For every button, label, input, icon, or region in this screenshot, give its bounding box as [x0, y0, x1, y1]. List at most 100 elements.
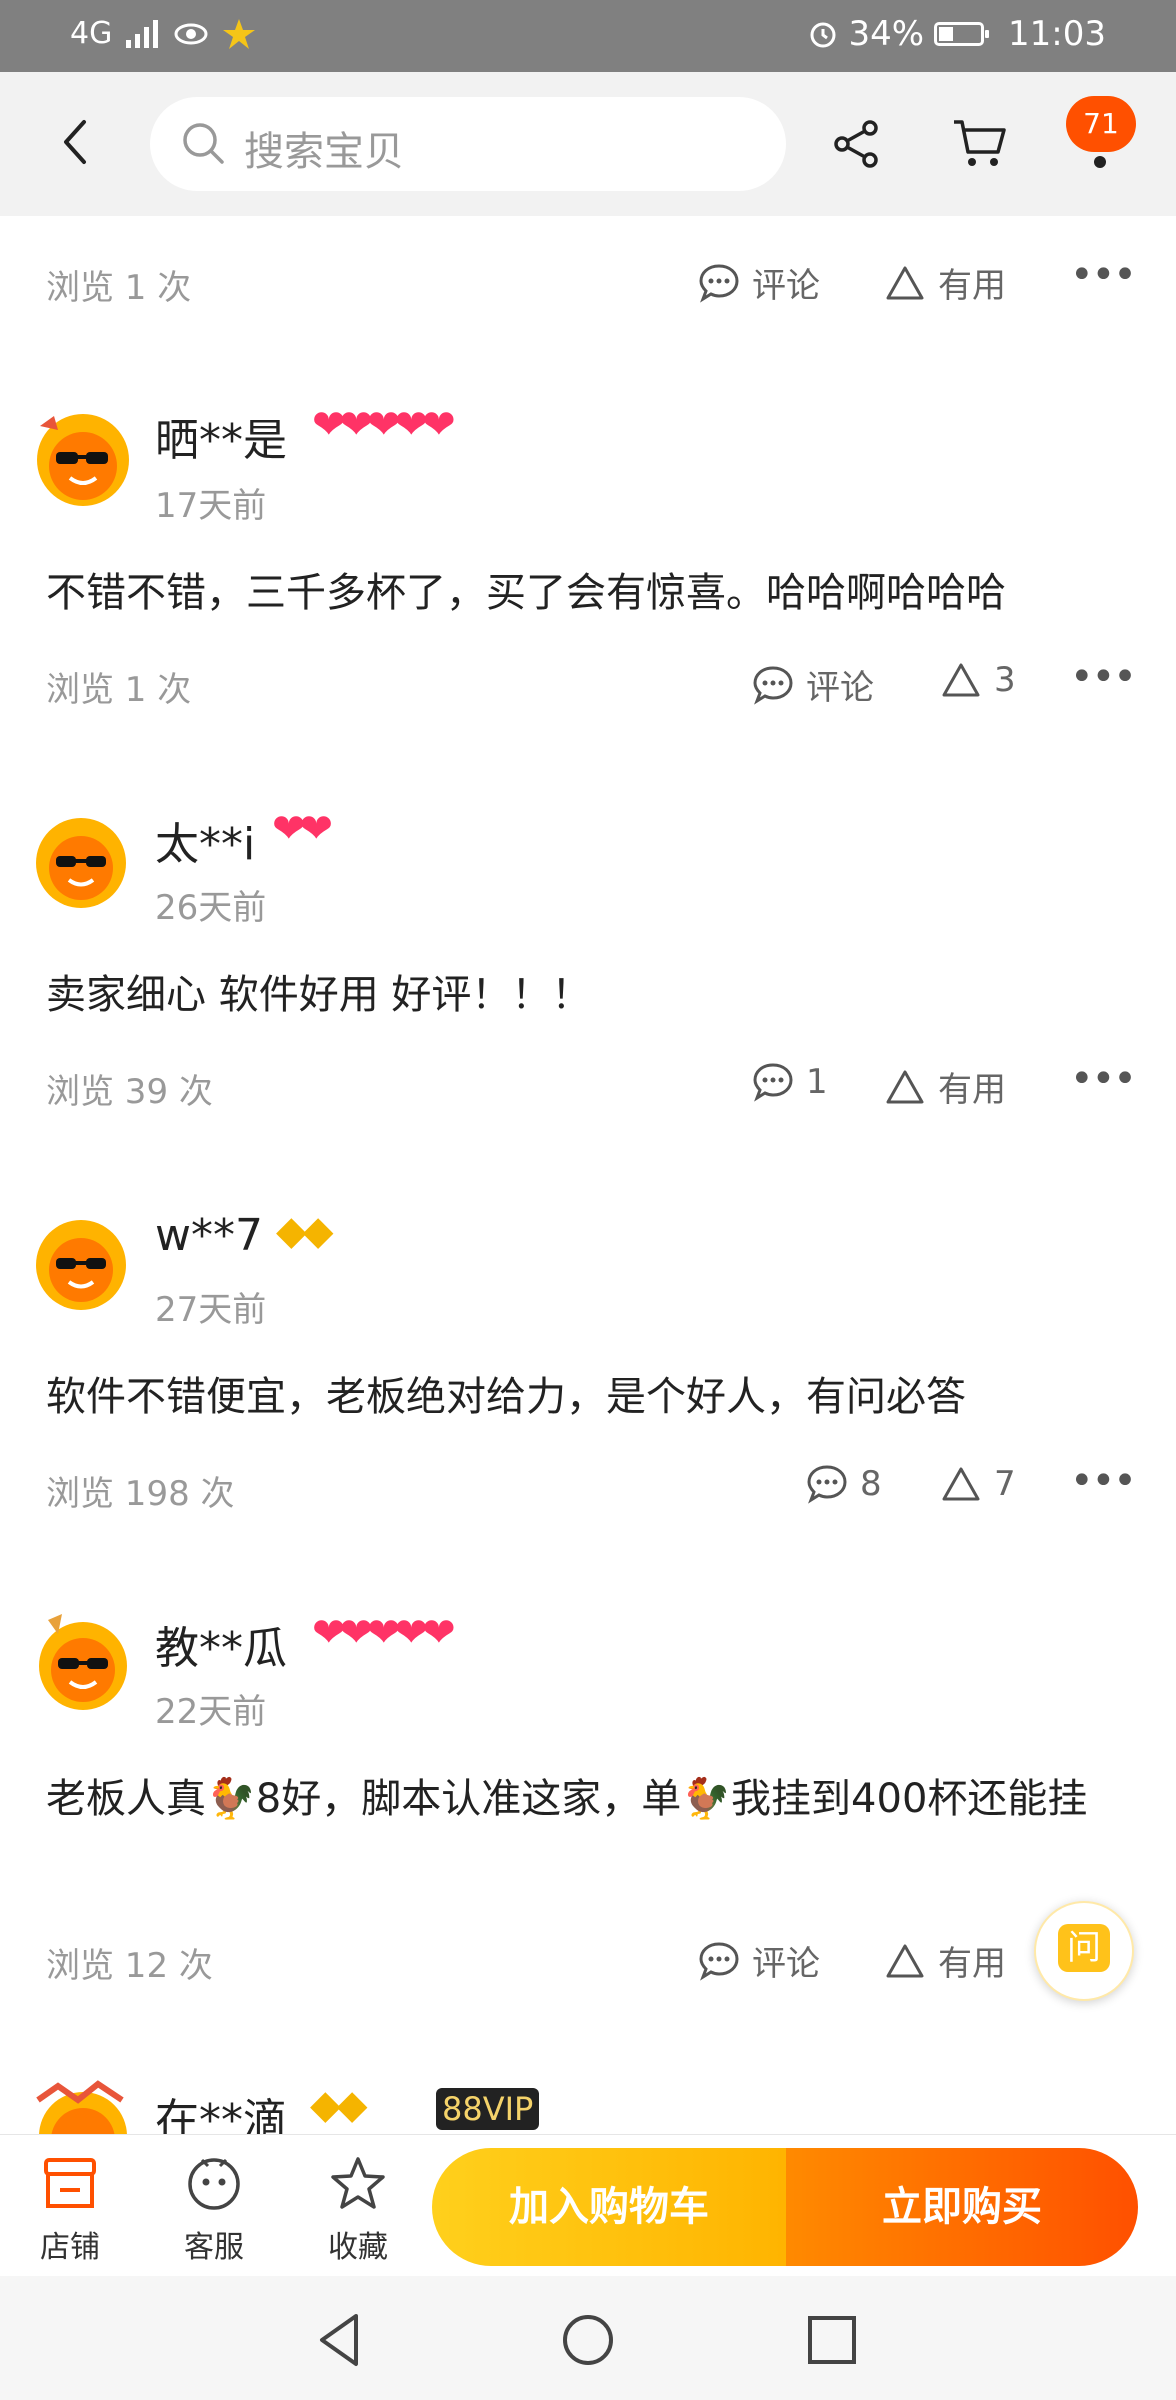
nav-recents-icon[interactable] — [806, 2314, 858, 2366]
useful-button[interactable]: 7 — [940, 1464, 1016, 1504]
status-left: 4G — [70, 16, 256, 51]
customer-service-icon — [188, 2158, 240, 2210]
review-avatar[interactable] — [36, 1220, 126, 1310]
avatar-mascot-icon — [39, 1614, 127, 1710]
comment-icon — [699, 263, 739, 303]
useful-count: 7 — [994, 1464, 1016, 1504]
useful-label: 有用 — [938, 1070, 1006, 1110]
comment-button[interactable]: 评论 — [698, 1936, 820, 1985]
more-options-icon[interactable]: ••• — [1070, 1458, 1137, 1504]
nav-back-icon[interactable] — [316, 2312, 364, 2368]
review-time: 22天前 — [155, 1692, 267, 1732]
review-text: 不错不错，三千多杯了，买了会有惊喜。哈哈啊哈哈哈 — [46, 570, 1006, 616]
star-badge-icon — [223, 18, 256, 49]
comment-count: 8 — [860, 1464, 882, 1504]
avatar-mascot-icon — [49, 836, 113, 900]
add-to-cart-button[interactable]: 加入购物车 — [432, 2148, 786, 2266]
review-time: 26天前 — [155, 888, 267, 928]
view-count: 浏览 1 次 — [46, 268, 192, 308]
signal-icon — [126, 19, 159, 48]
comment-label: 评论 — [752, 1944, 820, 1984]
comment-icon — [753, 665, 793, 705]
useful-triangle-icon — [886, 266, 924, 299]
search-placeholder: 搜索宝贝 — [244, 129, 404, 175]
cart-icon[interactable] — [950, 116, 1010, 172]
customer-service-label: 客服 — [184, 2230, 244, 2265]
reviewer-name: w**7 — [155, 1210, 263, 1261]
useful-triangle-icon — [942, 663, 980, 697]
useful-count: 3 — [994, 660, 1016, 700]
more-menu-dot[interactable] — [1094, 156, 1106, 168]
comment-label: 评论 — [806, 668, 874, 708]
reputation-hearts-icon: ❤❤ — [272, 806, 333, 852]
more-options-icon[interactable]: ••• — [1070, 654, 1137, 700]
alarm-icon — [810, 22, 836, 48]
useful-button[interactable]: 3 — [940, 660, 1016, 700]
favorite-label: 收藏 — [328, 2230, 388, 2265]
view-count: 浏览 198 次 — [46, 1474, 235, 1514]
reputation-hearts-icon: ❤❤❤❤❤ — [312, 1610, 456, 1656]
review-time: 27天前 — [155, 1290, 267, 1330]
review-text: 软件不错便宜，老板绝对给力，是个好人，有问必答 — [46, 1374, 966, 1420]
view-count: 浏览 39 次 — [46, 1072, 213, 1112]
avatar-mascot-icon — [36, 2080, 127, 2134]
ask-question-icon: 问 — [1058, 1924, 1110, 1972]
reputation-hearts-icon: ❤❤❤❤❤ — [312, 402, 456, 448]
view-count: 浏览 1 次 — [46, 670, 192, 710]
comment-button[interactable]: 评论 — [698, 258, 820, 307]
store-tab[interactable] — [40, 2156, 100, 2216]
back-icon[interactable] — [58, 118, 90, 166]
reputation-diamonds-icon: ◆◆ — [310, 2082, 367, 2128]
comment-icon — [807, 1465, 847, 1504]
search-icon — [183, 123, 224, 164]
more-options-icon[interactable]: ••• — [1070, 1056, 1137, 1102]
review-avatar[interactable] — [36, 818, 126, 908]
reputation-diamonds-icon: ◆◆ — [276, 1208, 333, 1254]
review-text: 老板人真🐓8好，脚本认准这家，单🐓我挂到400杯还能挂 — [46, 1776, 1088, 1822]
useful-label: 有用 — [938, 266, 1006, 306]
more-options-icon[interactable]: ••• — [1070, 252, 1137, 298]
battery-fill — [939, 27, 954, 41]
star-icon — [331, 2157, 385, 2209]
customer-service-tab[interactable] — [184, 2154, 244, 2218]
comment-icon — [699, 1941, 739, 1981]
useful-button[interactable]: 有用 — [884, 1936, 1006, 1985]
avatar-mascot-icon — [37, 414, 129, 506]
battery-percent: 34% — [848, 14, 925, 54]
nav-home-icon[interactable] — [560, 2312, 616, 2368]
useful-triangle-icon — [886, 1070, 924, 1103]
review-avatar[interactable] — [28, 1610, 138, 1718]
comment-button[interactable]: 评论 — [752, 660, 874, 709]
comment-icon — [753, 1063, 793, 1102]
store-icon — [44, 2158, 96, 2208]
status-right: 34% 11:03 — [808, 14, 1106, 54]
useful-button[interactable]: 有用 — [884, 1062, 1006, 1111]
comment-button[interactable]: 1 — [752, 1062, 828, 1102]
comment-button[interactable]: 8 — [806, 1464, 882, 1504]
comment-count: 1 — [806, 1062, 828, 1102]
message-badge[interactable]: 71 — [1066, 96, 1136, 152]
network-indicator: 4G — [70, 16, 113, 51]
reviewer-name: 太**i — [155, 819, 256, 870]
battery-icon — [934, 22, 990, 46]
clock: 11:03 — [1008, 14, 1106, 54]
useful-button[interactable]: 有用 — [884, 258, 1006, 307]
reviewer-name: 教**瓜 — [155, 1623, 287, 1674]
comment-label: 评论 — [752, 266, 820, 306]
status-bar: 4G 34% 11:03 — [0, 0, 1176, 72]
favorite-tab[interactable] — [328, 2154, 388, 2218]
reviewer-name: 晒**是 — [155, 415, 287, 466]
store-label: 店铺 — [40, 2230, 100, 2265]
useful-triangle-icon — [886, 1944, 924, 1977]
review-avatar[interactable] — [28, 408, 138, 512]
buy-now-button[interactable]: 立即购买 — [786, 2148, 1138, 2266]
avatar-mascot-icon — [49, 1238, 113, 1302]
useful-triangle-icon — [942, 1467, 980, 1501]
view-count: 浏览 12 次 — [46, 1946, 213, 1986]
useful-label: 有用 — [938, 1944, 1006, 1984]
share-icon[interactable] — [832, 118, 882, 170]
review-time: 17天前 — [155, 486, 267, 526]
eye-comfort-icon — [174, 23, 208, 44]
vip-badge: 88VIP — [436, 2088, 540, 2130]
review-avatar[interactable] — [28, 2080, 138, 2134]
